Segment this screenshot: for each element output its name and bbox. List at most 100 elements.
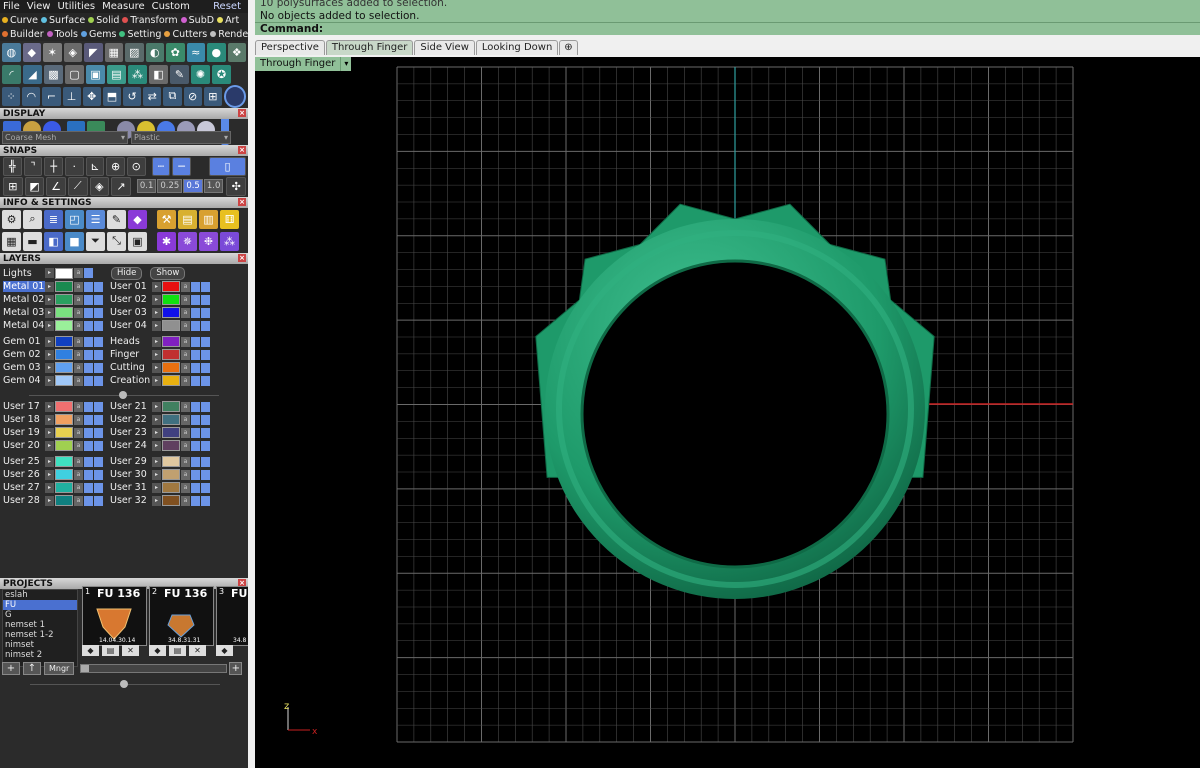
- layer-name[interactable]: User 26: [3, 469, 45, 480]
- render-toggle-icon[interactable]: [94, 375, 103, 386]
- visibility-icon[interactable]: [191, 427, 200, 438]
- layer-color-swatch[interactable]: [162, 320, 180, 331]
- layer-arrow-icon[interactable]: ▸: [152, 495, 161, 506]
- layer-color-swatch[interactable]: [162, 307, 180, 318]
- snap-center-icon[interactable]: ⊕: [106, 156, 125, 176]
- render-toggle-icon[interactable]: [201, 482, 210, 493]
- layer-name[interactable]: Metal 04: [3, 320, 45, 331]
- pin-icon[interactable]: ◆: [82, 645, 99, 656]
- render-toggle-icon[interactable]: [94, 281, 103, 292]
- cube-info-icon[interactable]: ◰: [65, 209, 84, 229]
- render-toggle-icon[interactable]: [201, 320, 210, 331]
- plugin-tab-curve[interactable]: Curve: [2, 15, 38, 26]
- snap-end-icon[interactable]: ⌝: [23, 156, 43, 176]
- layer-name[interactable]: User 19: [3, 427, 45, 438]
- layer-name[interactable]: Heads: [110, 336, 152, 347]
- layer-color-swatch[interactable]: [162, 440, 180, 451]
- snap-perp-icon[interactable]: ⊾: [85, 156, 105, 176]
- project-list-item[interactable]: nimset 2: [3, 650, 77, 660]
- project-list-item[interactable]: nimset: [3, 640, 77, 650]
- layer-arrow-icon[interactable]: ▸: [45, 482, 54, 493]
- layer-color-swatch[interactable]: [162, 375, 180, 386]
- render-toggle-icon[interactable]: [94, 440, 103, 451]
- orb-tool-icon[interactable]: ✪: [212, 64, 231, 84]
- lock-icon[interactable]: a: [74, 281, 83, 292]
- show-button[interactable]: Show: [150, 266, 186, 280]
- lock-icon[interactable]: a: [74, 414, 83, 425]
- layer-color-swatch[interactable]: [55, 336, 73, 347]
- plugin-tab-transform[interactable]: Transform: [122, 15, 178, 26]
- layer-arrow-icon[interactable]: ▸: [152, 336, 161, 347]
- visibility-icon[interactable]: [84, 336, 93, 347]
- visibility-icon[interactable]: [191, 307, 200, 318]
- project-list-item[interactable]: nemset 1-2: [3, 630, 77, 640]
- layer-name[interactable]: User 22: [110, 414, 152, 425]
- layer-arrow-icon[interactable]: ▸: [45, 469, 54, 480]
- split-tool-icon[interactable]: ⊘: [183, 86, 202, 106]
- layer-color-swatch[interactable]: [55, 440, 73, 451]
- snap-cube-icon[interactable]: ◩: [24, 176, 45, 196]
- pattern-tool-icon[interactable]: ▩: [44, 64, 63, 84]
- snap-grid-icon[interactable]: ╬: [3, 156, 22, 176]
- layer-name[interactable]: User 25: [3, 456, 45, 467]
- layer-name[interactable]: Metal 03: [3, 307, 45, 318]
- visibility-icon[interactable]: [191, 362, 200, 373]
- dice-icon[interactable]: ⚅: [220, 209, 239, 229]
- material-dropdown[interactable]: Plastic: [131, 131, 231, 144]
- lock-icon[interactable]: a: [181, 281, 190, 292]
- layer-color-swatch[interactable]: [162, 495, 180, 506]
- info-section-header[interactable]: INFO & SETTINGS ×: [0, 197, 248, 208]
- render-toggle-icon[interactable]: [94, 456, 103, 467]
- close-icon[interactable]: ×: [238, 109, 246, 117]
- record-icon[interactable]: ▥: [199, 209, 218, 229]
- render-toggle-icon[interactable]: [94, 482, 103, 493]
- visibility-icon[interactable]: [191, 482, 200, 493]
- layer-name[interactable]: User 29: [110, 456, 152, 467]
- project-list-item[interactable]: FU: [3, 600, 77, 610]
- layer-arrow-icon[interactable]: ▸: [152, 482, 161, 493]
- manager-button[interactable]: Mngr: [44, 662, 75, 675]
- layer-name[interactable]: User 24: [110, 440, 152, 451]
- hide-button[interactable]: Hide: [111, 266, 143, 280]
- layer-color-swatch[interactable]: [162, 469, 180, 480]
- object-info-icon[interactable]: ◧: [44, 231, 63, 251]
- layer-name[interactable]: User 01: [110, 281, 152, 292]
- layer-arrow-icon[interactable]: ▸: [152, 281, 161, 292]
- visibility-icon[interactable]: [84, 495, 93, 506]
- layer-color-swatch[interactable]: [55, 375, 73, 386]
- layers-divider[interactable]: [0, 390, 248, 400]
- layer-color-swatch[interactable]: [55, 267, 73, 279]
- render-toggle-icon[interactable]: [201, 440, 210, 451]
- layer-color-swatch[interactable]: [55, 401, 73, 412]
- curve-shape-icon[interactable]: ◜: [2, 64, 21, 84]
- add-tab-icon[interactable]: ⊕: [559, 40, 578, 55]
- visibility-icon[interactable]: [84, 307, 93, 318]
- hatch-tool-icon[interactable]: ▨: [125, 42, 144, 62]
- layer-arrow-icon[interactable]: ▸: [45, 414, 54, 425]
- viewport[interactable]: z x: [255, 57, 1200, 768]
- snap-box-icon[interactable]: ⊞: [3, 176, 23, 196]
- layer-name[interactable]: Gem 02: [3, 349, 45, 360]
- mesh-tool-icon[interactable]: ⊞: [203, 86, 222, 106]
- render-toggle-icon[interactable]: [201, 401, 210, 412]
- command-prompt[interactable]: Command:: [255, 22, 1200, 35]
- project-thumb-3[interactable]: 3 FU 34.8: [216, 586, 248, 646]
- snap-settings-icon[interactable]: ✣: [226, 176, 247, 196]
- filter-icon[interactable]: ⏷: [86, 231, 105, 251]
- layer-arrow-icon[interactable]: ▸: [45, 401, 54, 412]
- render-toggle-icon[interactable]: [201, 281, 210, 292]
- scrollbar-thumb[interactable]: [81, 665, 90, 672]
- rotate-tool-icon[interactable]: ↺: [123, 86, 142, 106]
- lock-icon[interactable]: a: [181, 362, 190, 373]
- layer-name[interactable]: User 32: [110, 495, 152, 506]
- project-list-item[interactable]: nemset 1: [3, 620, 77, 630]
- layer-name[interactable]: Creation: [110, 375, 152, 386]
- lock-icon[interactable]: a: [181, 294, 190, 305]
- snap-circle-icon[interactable]: ⊙: [126, 156, 146, 176]
- layer-arrow-icon[interactable]: ▸: [152, 375, 161, 386]
- layer-color-swatch[interactable]: [55, 281, 73, 292]
- layer-color-swatch[interactable]: [55, 414, 73, 425]
- layer-name[interactable]: User 30: [110, 469, 152, 480]
- lock-icon[interactable]: a: [181, 320, 190, 331]
- visibility-icon[interactable]: [84, 440, 93, 451]
